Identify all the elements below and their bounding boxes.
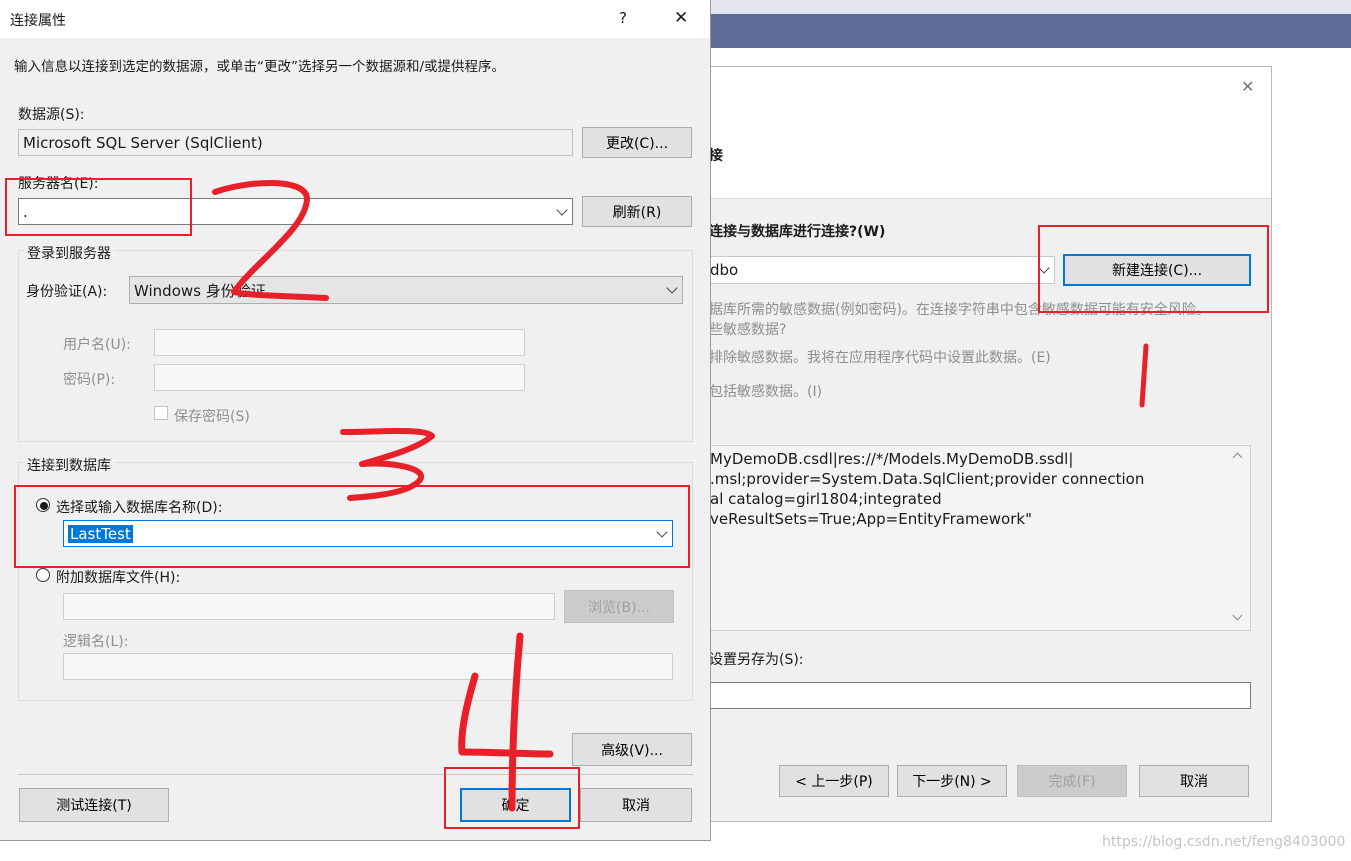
attach-file-label[interactable]: 附加数据库文件(H): (56, 567, 180, 587)
connection-string-line: al catalog=girl1804;integrated (710, 490, 942, 508)
wizard-connection-combo[interactable]: dbo (705, 256, 1055, 284)
connection-string-box[interactable]: MyDemoDB.csdl|res://*/Models.MyDemoDB.ss… (705, 445, 1251, 631)
password-input (154, 364, 525, 391)
password-label: 密码(P): (63, 372, 116, 388)
divider (18, 774, 693, 775)
save-password-checkbox (154, 406, 168, 420)
auth-value: Windows 身份验证 (134, 281, 266, 300)
wizard-connection-value: dbo (710, 261, 739, 279)
connect-db-group-title: 连接到数据库 (24, 455, 114, 475)
wizard-save-label: 设置另存为(S): (709, 652, 804, 668)
auth-combo[interactable]: Windows 身份验证 (129, 276, 683, 304)
change-button[interactable]: 更改(C)... (582, 127, 692, 158)
wizard-option-include[interactable]: 包括敏感数据。(I) (709, 381, 822, 401)
refresh-button[interactable]: 刷新(R) (582, 196, 692, 227)
wizard-heading: 接 (709, 148, 723, 164)
connection-properties-dialog: 连接属性 ? ✕ 输入信息以连接到选定的数据源，或单击“更改”选择另一个数据源和… (0, 0, 711, 841)
cancel-button[interactable]: 取消 (580, 788, 692, 822)
logical-name-input (63, 653, 673, 680)
wizard-dialog: ✕ 接 连接与数据库进行连接?(W) dbo 新建连接(C)... 据库所需的敏… (700, 66, 1272, 822)
annotation-box-database (14, 485, 690, 568)
dialog-description: 输入信息以连接到选定的数据源，或单击“更改”选择另一个数据源和/或提供程序。 (14, 59, 506, 75)
connection-string-line: .msl;provider=System.Data.SqlClient;prov… (710, 470, 1145, 488)
connection-string-line: MyDemoDB.csdl|res://*/Models.MyDemoDB.ss… (710, 450, 1074, 468)
test-connection-button[interactable]: 测试连接(T) (19, 788, 169, 822)
annotation-box-server (5, 178, 192, 236)
browse-button: 浏览(B)... (564, 590, 674, 623)
wizard-cancel-button[interactable]: 取消 (1139, 765, 1249, 797)
finish-button: 完成(F) (1017, 765, 1127, 797)
background-header-band (711, 14, 1351, 48)
wizard-option-exclude[interactable]: 排除敏感数据。我将在应用程序代码中设置此数据。(E) (709, 347, 1051, 367)
wizard-save-input[interactable] (705, 682, 1251, 709)
logical-name-label: 逻辑名(L): (63, 634, 129, 650)
advanced-button[interactable]: 高级(V)... (572, 733, 692, 766)
chevron-down-icon (666, 282, 678, 294)
prev-button[interactable]: < 上一步(P) (779, 765, 889, 797)
scroll-down-icon[interactable] (1232, 610, 1243, 621)
username-input (154, 329, 525, 356)
auth-label: 身份验证(A): (26, 284, 108, 300)
save-password-label: 保存密码(S) (174, 409, 250, 425)
wizard-header (701, 67, 1271, 199)
close-icon[interactable]: ✕ (674, 8, 688, 28)
username-label: 用户名(U): (63, 337, 131, 353)
login-group-title: 登录到服务器 (24, 243, 114, 263)
annotation-box-new-connection (1038, 225, 1269, 313)
wizard-question: 连接与数据库进行连接?(W) (709, 224, 886, 240)
datasource-field: Microsoft SQL Server (SqlClient) (18, 129, 573, 156)
scroll-up-icon[interactable] (1232, 452, 1243, 463)
attach-file-input (63, 593, 555, 620)
next-button[interactable]: 下一步(N) > (897, 765, 1007, 797)
annotation-box-ok (444, 767, 580, 829)
background-titlebar (711, 0, 1351, 14)
help-icon[interactable]: ? (619, 9, 627, 27)
wizard-close-icon[interactable]: ✕ (1241, 77, 1254, 96)
attach-file-radio[interactable] (36, 568, 50, 582)
datasource-label: 数据源(S): (18, 107, 85, 123)
dialog-title: 连接属性 (10, 13, 66, 29)
chevron-down-icon[interactable] (556, 203, 568, 216)
connection-string-line: veResultSets=True;App=EntityFramework" (710, 510, 1032, 528)
watermark: https://blog.csdn.net/feng8403000 (1102, 834, 1346, 850)
dialog-titlebar (0, 0, 710, 38)
wizard-sensitive-line2: 些敏感数据? (709, 322, 787, 338)
